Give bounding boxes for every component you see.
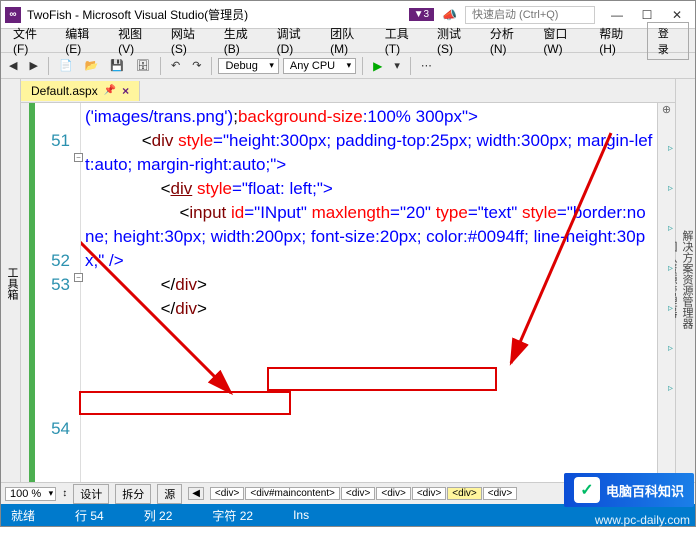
code-content[interactable]: ('images/trans.png');background-size:100…	[81, 103, 657, 482]
minimize-button[interactable]: —	[603, 5, 631, 25]
menu-bar: 文件(F) 编辑(E) 视图(V) 网站(S) 生成(B) 调试(D) 团队(M…	[1, 29, 695, 53]
menu-website[interactable]: 网站(S)	[165, 23, 214, 58]
right-panel-tabs[interactable]: 解决方案资源管理器 团队资源管理器 属性	[675, 79, 695, 482]
window-title: TwoFish - Microsoft Visual Studio(管理员)	[27, 6, 409, 23]
notification-badge[interactable]: ▼3	[409, 8, 434, 21]
solution-explorer-tab[interactable]: 解决方案资源管理器	[679, 230, 695, 329]
menu-help[interactable]: 帮助(H)	[593, 23, 642, 58]
line-number	[35, 105, 70, 129]
tab-close-icon[interactable]: ×	[122, 84, 129, 98]
highlight-annotation	[79, 391, 291, 415]
vertical-scrollbar[interactable]: ⊕ ▹ ▹ ▹ ▹ ▹ ▹ ▹	[657, 103, 675, 482]
menu-view[interactable]: 视图(V)	[112, 23, 161, 58]
save-icon[interactable]: 💾	[106, 57, 128, 74]
menu-window[interactable]: 窗口(W)	[537, 23, 589, 58]
editor-gutter: 51 − 52 − 53 54	[21, 103, 81, 482]
extra-icon[interactable]: ⋯	[417, 57, 436, 74]
tab-filename: Default.aspx	[31, 84, 98, 98]
line-number	[35, 321, 70, 345]
pin-icon[interactable]: 📌	[104, 85, 116, 96]
platform-dropdown[interactable]: Any CPU	[283, 58, 356, 74]
crumb-prev-icon[interactable]: ◀	[188, 487, 204, 500]
document-tab-bar: Default.aspx 📌 ×	[21, 79, 675, 103]
crumb-item[interactable]: <div>	[210, 487, 244, 500]
line-number	[35, 225, 70, 249]
document-tab[interactable]: Default.aspx 📌 ×	[21, 81, 140, 101]
vs-logo-icon: ∞	[5, 7, 21, 23]
crumb-item[interactable]: <div>	[376, 487, 410, 500]
watermark-badge: ✓ 电脑百科知识	[564, 473, 694, 507]
open-icon[interactable]: 📂	[81, 57, 103, 74]
crumb-item[interactable]: <div>	[412, 487, 446, 500]
code-editor[interactable]: 51 − 52 − 53 54	[21, 103, 675, 482]
menu-build[interactable]: 生成(B)	[218, 23, 267, 58]
config-dropdown[interactable]: Debug	[218, 58, 278, 74]
feedback-icon[interactable]: 📣	[442, 8, 457, 22]
crumb-item[interactable]: <div>	[447, 487, 481, 500]
line-number	[35, 393, 70, 417]
status-char: 字符 22	[212, 507, 253, 524]
undo-icon[interactable]: ↶	[167, 57, 184, 74]
zoom-arrows-icon[interactable]: ↕	[62, 488, 67, 499]
crumb-item[interactable]: <div#maincontent>	[245, 487, 340, 500]
watermark-url: www.pc-daily.com	[595, 513, 690, 527]
line-number	[35, 441, 70, 465]
menu-debug[interactable]: 调试(D)	[271, 23, 320, 58]
line-number: 54	[35, 417, 70, 441]
zoom-dropdown[interactable]: 100 %	[5, 487, 56, 501]
line-number	[35, 201, 70, 225]
menu-file[interactable]: 文件(F)	[7, 23, 55, 58]
watermark-icon: ✓	[574, 477, 600, 503]
watermark-text: 电脑百科知识	[606, 481, 684, 500]
quick-launch-input[interactable]	[465, 6, 595, 24]
nav-fwd-icon[interactable]: ▶	[25, 57, 41, 74]
run-button[interactable]: ▶	[369, 57, 386, 75]
split-view-button[interactable]: 拆分	[115, 484, 151, 504]
login-button[interactable]: 登录	[647, 22, 689, 60]
source-view-button[interactable]: 源	[157, 484, 182, 504]
menu-test[interactable]: 测试(S)	[431, 23, 480, 58]
menu-analyze[interactable]: 分析(N)	[484, 23, 533, 58]
crumb-item[interactable]: <div>	[483, 487, 517, 500]
browser-dropdown-icon[interactable]: ▾	[390, 57, 404, 74]
line-number: 51	[35, 129, 70, 153]
new-project-icon[interactable]: 📄	[55, 57, 77, 74]
line-number: 53	[35, 273, 70, 297]
line-number	[35, 369, 70, 393]
design-view-button[interactable]: 设计	[73, 484, 109, 504]
menu-edit[interactable]: 编辑(E)	[59, 23, 108, 58]
line-number	[35, 153, 70, 177]
line-number	[35, 345, 70, 369]
menu-team[interactable]: 团队(M)	[324, 23, 375, 58]
crumb-item[interactable]: <div>	[341, 487, 375, 500]
highlight-annotation	[267, 367, 497, 391]
save-all-icon[interactable]: 🗄	[132, 57, 154, 74]
toolbox-panel-tab[interactable]: 工具箱	[1, 79, 21, 482]
toolbox-label: 工具箱	[4, 267, 20, 300]
status-line: 行 54	[75, 507, 104, 524]
nav-back-icon[interactable]: ◀	[5, 57, 21, 74]
line-number: 52	[35, 249, 70, 273]
line-number	[35, 177, 70, 201]
status-ins: Ins	[293, 508, 309, 522]
redo-icon[interactable]: ↷	[188, 57, 205, 74]
status-bar: 就绪 行 54 列 22 字符 22 Ins	[1, 504, 695, 526]
menu-tools[interactable]: 工具(T)	[379, 23, 427, 58]
status-ready: 就绪	[11, 507, 35, 524]
status-col: 列 22	[144, 507, 173, 524]
line-number	[35, 297, 70, 321]
